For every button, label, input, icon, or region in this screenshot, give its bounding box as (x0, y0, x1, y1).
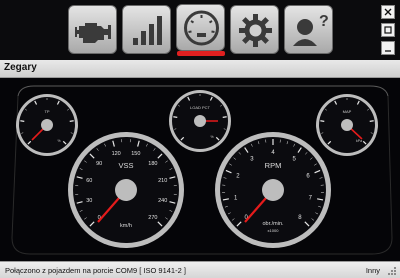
gauge-major-tick (369, 120, 374, 122)
vss-gauge-hub (115, 179, 137, 201)
close-icon (384, 8, 392, 16)
gauge-tick-label: 90 (96, 161, 102, 167)
vss-gauge-unit: km/h (120, 223, 132, 229)
signal-bars-icon (133, 16, 162, 45)
status-right-label: Inny (365, 266, 380, 275)
close-button[interactable] (381, 5, 395, 19)
help-user-icon: ? (293, 13, 329, 46)
gauge-tick-label: 180 (148, 161, 157, 167)
minimize-icon (385, 50, 391, 52)
gauge-tick-label: 60 (86, 178, 92, 184)
gear-icon (239, 14, 272, 47)
map-gauge-unit: kPa (356, 139, 362, 143)
maximize-icon (384, 26, 392, 34)
gauge-major-tick (173, 116, 178, 118)
help-button[interactable]: ? (284, 5, 333, 54)
rpm-gauge-hub (262, 179, 284, 201)
connection-status: Połączono z pojazdem na porcie COM9 [ IS… (5, 266, 186, 275)
gauge-icon (184, 10, 219, 46)
engine-button[interactable] (68, 5, 117, 54)
panel-titlebar: Zegary (0, 60, 400, 78)
gauge-tick-label: 270 (148, 215, 157, 221)
toolbar: ? (0, 0, 400, 60)
gauge-tick-label: 240 (158, 198, 167, 204)
vss-gauge-label: VSS (118, 161, 133, 170)
loadpct-gauge-label: LOAD PCT (190, 105, 211, 110)
gauge-major-tick (20, 120, 25, 122)
status-bar: Połączono z pojazdem na porcie COM9 [ IS… (0, 261, 400, 278)
gauge-tick-label: 210 (158, 178, 167, 184)
panel-title: Zegary (4, 62, 37, 73)
resize-grip-icon[interactable] (387, 266, 397, 276)
data-button[interactable] (122, 5, 171, 54)
tp-gauge-label: TP (44, 109, 49, 114)
engine-icon (75, 23, 111, 43)
gauge-tick-label: 30 (86, 198, 92, 204)
minimize-button[interactable] (381, 41, 395, 55)
gauge-tick-label: 120 (112, 151, 121, 157)
gauges-button[interactable] (176, 4, 225, 51)
rpm-gauge-label: RPM (265, 161, 282, 170)
svg-text:?: ? (319, 13, 329, 30)
tp-gauge-hub (41, 119, 53, 131)
gauge-major-tick (222, 116, 227, 118)
settings-button[interactable] (230, 5, 279, 54)
rpm-gauge: 012345678 RPM obr./min. x1000 (215, 132, 331, 248)
tp-gauge-unit: % (57, 139, 60, 143)
gauge-major-tick (69, 120, 74, 122)
maximize-button[interactable] (381, 23, 395, 37)
loadpct-gauge-hub (194, 115, 206, 127)
rpm-gauge-unit-multiplier: x1000 (268, 228, 280, 233)
active-tab-indicator (177, 51, 225, 56)
gauge-tick-label: 150 (131, 151, 140, 157)
vss-gauge: 0306090120 150180210240270 VSS km/h (68, 132, 184, 248)
map-gauge-hub (341, 119, 353, 131)
gauges-dashboard: TP % LOAD PCT % MAP kPa 0 30 60 90 120 150 180… (0, 78, 400, 261)
map-gauge-label: MAP (343, 109, 352, 114)
gauge-major-tick (320, 120, 325, 122)
rpm-gauge-unit: obr./min. (262, 221, 284, 227)
